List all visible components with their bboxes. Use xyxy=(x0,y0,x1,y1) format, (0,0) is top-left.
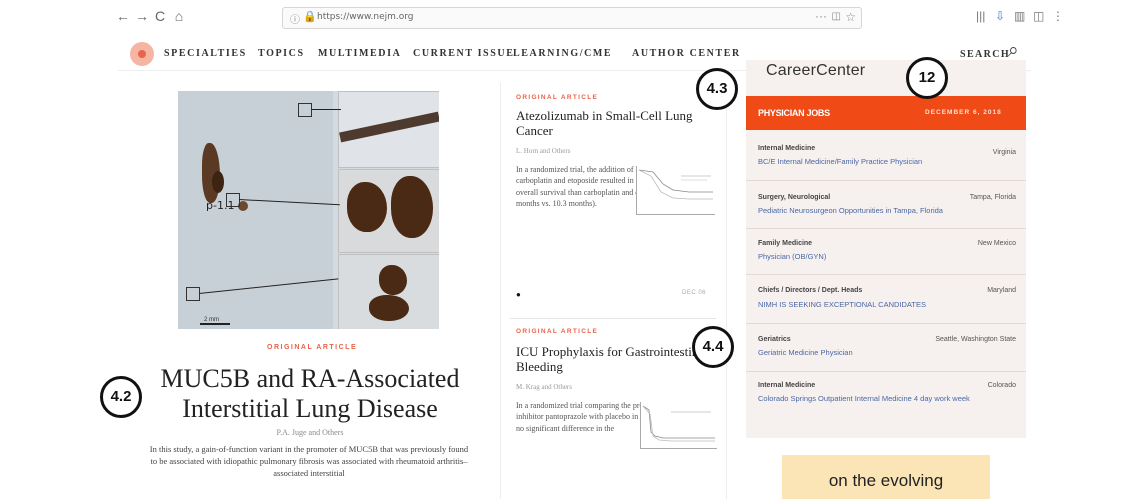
featured-summary: In this study, a gain-of-function varian… xyxy=(149,444,469,478)
bookmark-star-icon[interactable]: ☆ xyxy=(845,10,856,24)
physician-jobs-label[interactable]: PHYSICIAN JOBS xyxy=(758,108,830,118)
region-marker xyxy=(186,287,200,301)
browser-toolbar: ← → C ⌂ ⓘ 🔒 https://www.nejm.org ··· ◫ ☆… xyxy=(0,0,1132,34)
url-bar[interactable]: ⓘ 🔒 https://www.nejm.org ··· ◫ ☆ xyxy=(282,7,862,29)
comment-icon[interactable]: ● xyxy=(516,290,521,299)
annotation-marker: 4.2 xyxy=(100,376,142,418)
job-category: Family Medicine xyxy=(758,240,813,247)
annotation-marker: 4.4 xyxy=(692,326,734,368)
download-icon[interactable]: ⇩ xyxy=(995,9,1005,23)
image-label: p-1.1 xyxy=(206,199,235,212)
nav-specialties[interactable]: SPECIALTIES xyxy=(164,48,247,59)
job-category: Chiefs / Directors / Dept. Heads xyxy=(758,287,863,294)
inset-panel xyxy=(338,254,439,329)
article-date: DEC 06 xyxy=(682,290,707,296)
nav-learning-cme[interactable]: LEARNING/CME xyxy=(513,48,612,59)
annotation-marker: 12 xyxy=(906,57,948,99)
inset-panel xyxy=(338,169,439,253)
overflow-menu-icon[interactable]: ⋮ xyxy=(1052,9,1064,23)
featured-authors: P.A. Juge and Others xyxy=(276,428,344,437)
annotation-marker: 4.3 xyxy=(696,68,738,110)
article-authors: M. Krag and Others xyxy=(516,383,572,391)
job-location: Colorado xyxy=(987,382,1016,389)
tissue-stain xyxy=(369,295,409,321)
info-icon[interactable]: ⓘ xyxy=(290,11,300,26)
nav-author-center[interactable]: AUTHOR CENTER xyxy=(632,48,741,59)
article-tag: ORIGINAL ARTICLE xyxy=(516,94,599,101)
reader-view-icon[interactable]: ◫ xyxy=(1033,9,1044,23)
url-text[interactable]: https://www.nejm.org xyxy=(317,12,414,22)
job-title-link[interactable]: BC/E Internal Medicine/Family Practice P… xyxy=(758,156,1016,167)
job-category: Geriatrics xyxy=(758,336,791,343)
job-category: Surgery, Neurological xyxy=(758,194,831,201)
pocket-icon[interactable]: ◫ xyxy=(832,11,841,22)
article-divider xyxy=(510,318,716,319)
search-label[interactable]: SEARCH xyxy=(960,49,1010,60)
job-divider xyxy=(746,228,1026,229)
tissue-stain xyxy=(379,265,407,295)
featured-tag: ORIGINAL ARTICLE xyxy=(267,344,358,351)
job-divider xyxy=(746,180,1026,181)
job-category: Internal Medicine xyxy=(758,145,816,152)
nav-current-issue[interactable]: CURRENT ISSUE xyxy=(413,48,514,59)
article-title[interactable]: ICU Prophylaxis for Gastrointestinal Ble… xyxy=(516,344,716,374)
job-location: Tampa, Florida xyxy=(969,194,1016,201)
forward-icon[interactable]: → xyxy=(134,8,150,24)
nav-multimedia[interactable]: MULTIMEDIA xyxy=(318,48,401,59)
home-icon[interactable]: ⌂ xyxy=(171,8,187,24)
connector-line xyxy=(311,109,341,110)
back-icon[interactable]: ← xyxy=(115,8,131,24)
scale-label: 2 mm xyxy=(204,317,219,323)
tissue-stain xyxy=(347,182,387,232)
page-actions-icon[interactable]: ··· xyxy=(815,9,827,23)
tissue-stain xyxy=(212,171,224,193)
job-divider xyxy=(746,371,1026,372)
library-icon[interactable]: ||| xyxy=(976,9,985,23)
job-divider xyxy=(746,323,1026,324)
career-center-title[interactable]: CareerCenter xyxy=(766,62,865,80)
featured-title[interactable]: MUC5B and RA-Associated Interstitial Lun… xyxy=(135,364,485,424)
job-location: Virginia xyxy=(992,149,1016,156)
reload-icon[interactable]: C xyxy=(152,8,168,24)
featured-image[interactable]: p-1.1 2 mm xyxy=(178,91,439,329)
inset-panel xyxy=(338,91,439,168)
job-title-link[interactable]: Colorado Springs Outpatient Internal Med… xyxy=(758,393,978,404)
job-location: Seattle, Washington State xyxy=(935,336,1016,343)
ad-text[interactable]: on the evolving xyxy=(782,471,990,491)
job-category: Internal Medicine xyxy=(758,382,816,389)
job-title-link[interactable]: Pediatric Neurosurgeon Opportunities in … xyxy=(758,205,1016,216)
job-location: Maryland xyxy=(987,287,1016,294)
lock-icon: 🔒 xyxy=(303,11,317,23)
jobs-date: DECEMBER 6, 2018 xyxy=(925,109,1002,116)
job-divider xyxy=(746,274,1026,275)
tissue-strip xyxy=(339,111,439,143)
sidebar-icon[interactable]: ▥ xyxy=(1014,9,1025,23)
scale-bar xyxy=(200,323,230,325)
article-title[interactable]: Atezolizumab in Small-Cell Lung Cancer xyxy=(516,108,721,138)
search-icon[interactable]: ⌕ xyxy=(1008,40,1019,62)
nav-topics[interactable]: TOPICS xyxy=(258,48,305,59)
tissue-stain xyxy=(391,176,433,238)
article-authors: L. Horn and Others xyxy=(516,147,571,155)
region-marker xyxy=(298,103,312,117)
job-title-link[interactable]: Geriatric Medicine Physician xyxy=(758,347,1016,358)
article-thumbnail[interactable] xyxy=(640,402,717,449)
job-title-link[interactable]: NIMH IS SEEKING EXCEPTIONAL CANDIDATES xyxy=(758,299,1016,310)
job-location: New Mexico xyxy=(977,240,1016,247)
article-tag: ORIGINAL ARTICLE xyxy=(516,328,599,335)
site-logo[interactable] xyxy=(130,42,154,66)
job-title-link[interactable]: Physician (OB/GYN) xyxy=(758,251,1016,262)
article-thumbnail[interactable] xyxy=(636,166,715,215)
